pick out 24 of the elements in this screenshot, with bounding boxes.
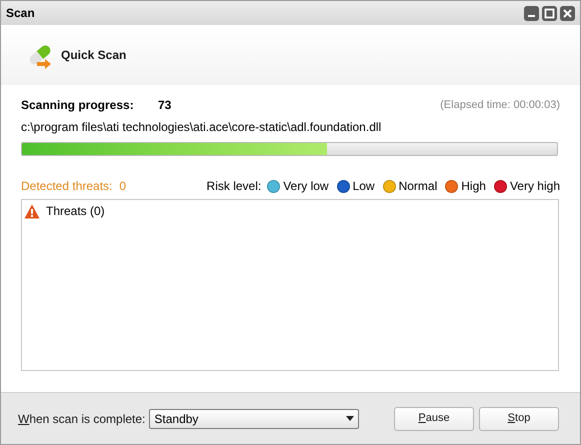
progress-value: 73 [158,97,172,114]
risk-level-name: Very low [283,178,329,195]
close-icon[interactable] [560,6,575,20]
completion-action-label: When scan is complete: [18,410,146,428]
progress-label: Scanning progress: [21,97,135,114]
threat-tree-item[interactable]: Threats (0) [46,202,105,220]
warning-icon [24,204,40,218]
risk-level-label: Risk level: [206,178,262,195]
risk-level-name: Low [352,178,375,195]
action-button[interactable]: Stop [479,406,559,430]
minimize-icon[interactable] [524,6,539,20]
risk-level-name: Very high [510,178,560,195]
risk-level-name: High [461,178,486,195]
detected-threats-label: Detected threats: [21,178,112,195]
completion-action-dropdown[interactable]: Standby [149,408,360,428]
detected-threats-count: 0 [119,178,126,195]
action-button[interactable]: Pause [394,406,474,430]
scan-title: Quick Scan [61,47,126,64]
elapsed-time: (Elapsed time: 00:00:03) [440,98,560,113]
window-title: Scan [6,5,35,22]
risk-level-name: Normal [398,178,438,195]
maximize-icon[interactable] [542,6,557,20]
current-file-path: c:\program files\ati technologies\ati.ace\core-static\adl.foundation.dll [21,119,382,136]
dropdown-caret-icon [346,416,354,421]
